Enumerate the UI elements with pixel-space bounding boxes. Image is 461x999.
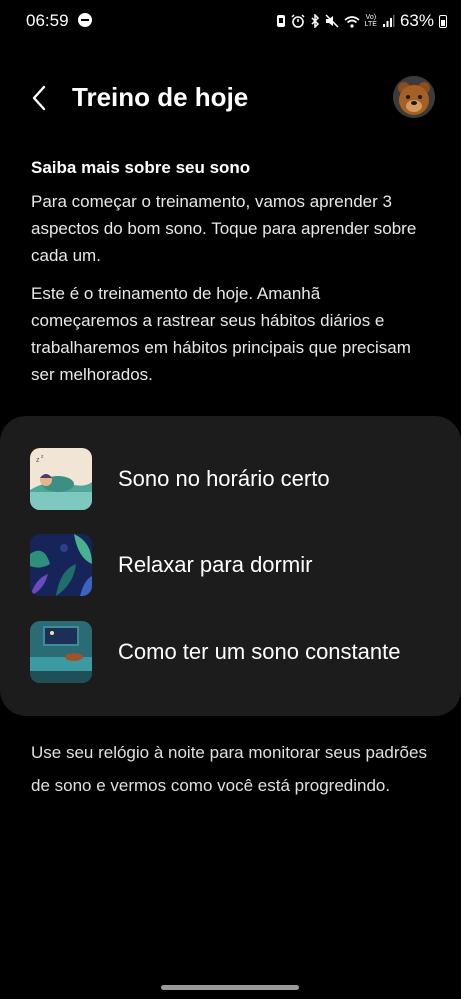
lte-icon: Vo) LTE xyxy=(364,14,377,28)
topic-label: Como ter um sono constante xyxy=(118,639,401,664)
avatar[interactable] xyxy=(393,76,435,118)
page-title: Treino de hoje xyxy=(72,82,249,112)
status-time: 06:59 xyxy=(26,11,69,30)
topic-item-sleep-on-time[interactable]: z z Sono no horário certo xyxy=(30,447,440,511)
topic-label: Relaxar para dormir xyxy=(118,552,313,577)
topic-item-consistent-sleep[interactable]: Como ter um sono constante xyxy=(30,620,440,684)
night-leaves-illustration-icon xyxy=(30,534,92,596)
mute-icon xyxy=(325,14,339,28)
battery-percentage: 63% xyxy=(399,11,434,30)
battery-icon xyxy=(439,14,447,28)
back-arrow-icon[interactable] xyxy=(28,84,52,112)
signal-icon xyxy=(382,14,395,27)
section-heading: Saiba mais sobre seu sono xyxy=(31,158,251,177)
status-bar: 06:59 Vo) LTE 63% xyxy=(0,0,461,44)
home-indicator[interactable] xyxy=(161,985,299,990)
do-not-disturb-icon xyxy=(78,13,92,27)
watch-monitoring-note: Use seu relógio à noite para monitorar s… xyxy=(31,743,427,795)
training-note-paragraph: Este é o treinamento de hoje. Amanhã com… xyxy=(31,284,411,384)
svg-text:z: z xyxy=(36,457,40,464)
nfc-icon xyxy=(276,15,285,27)
bluetooth-icon xyxy=(311,14,319,28)
bear-avatar-icon xyxy=(393,76,435,118)
status-icons: Vo) LTE 63% xyxy=(276,11,447,31)
app-header: Treino de hoje xyxy=(0,70,461,126)
topic-label: Sono no horário certo xyxy=(118,466,330,491)
topics-card: z z Sono no horário certo Relaxar para d… xyxy=(0,416,461,716)
sleeping-person-illustration-icon: z z xyxy=(30,448,92,510)
intro-paragraph: Para começar o treinamento, vamos aprend… xyxy=(31,192,417,265)
topic-item-relax[interactable]: Relaxar para dormir xyxy=(30,533,440,597)
bedroom-illustration-icon xyxy=(30,621,92,683)
alarm-icon xyxy=(291,14,305,28)
wifi-icon xyxy=(344,15,360,28)
